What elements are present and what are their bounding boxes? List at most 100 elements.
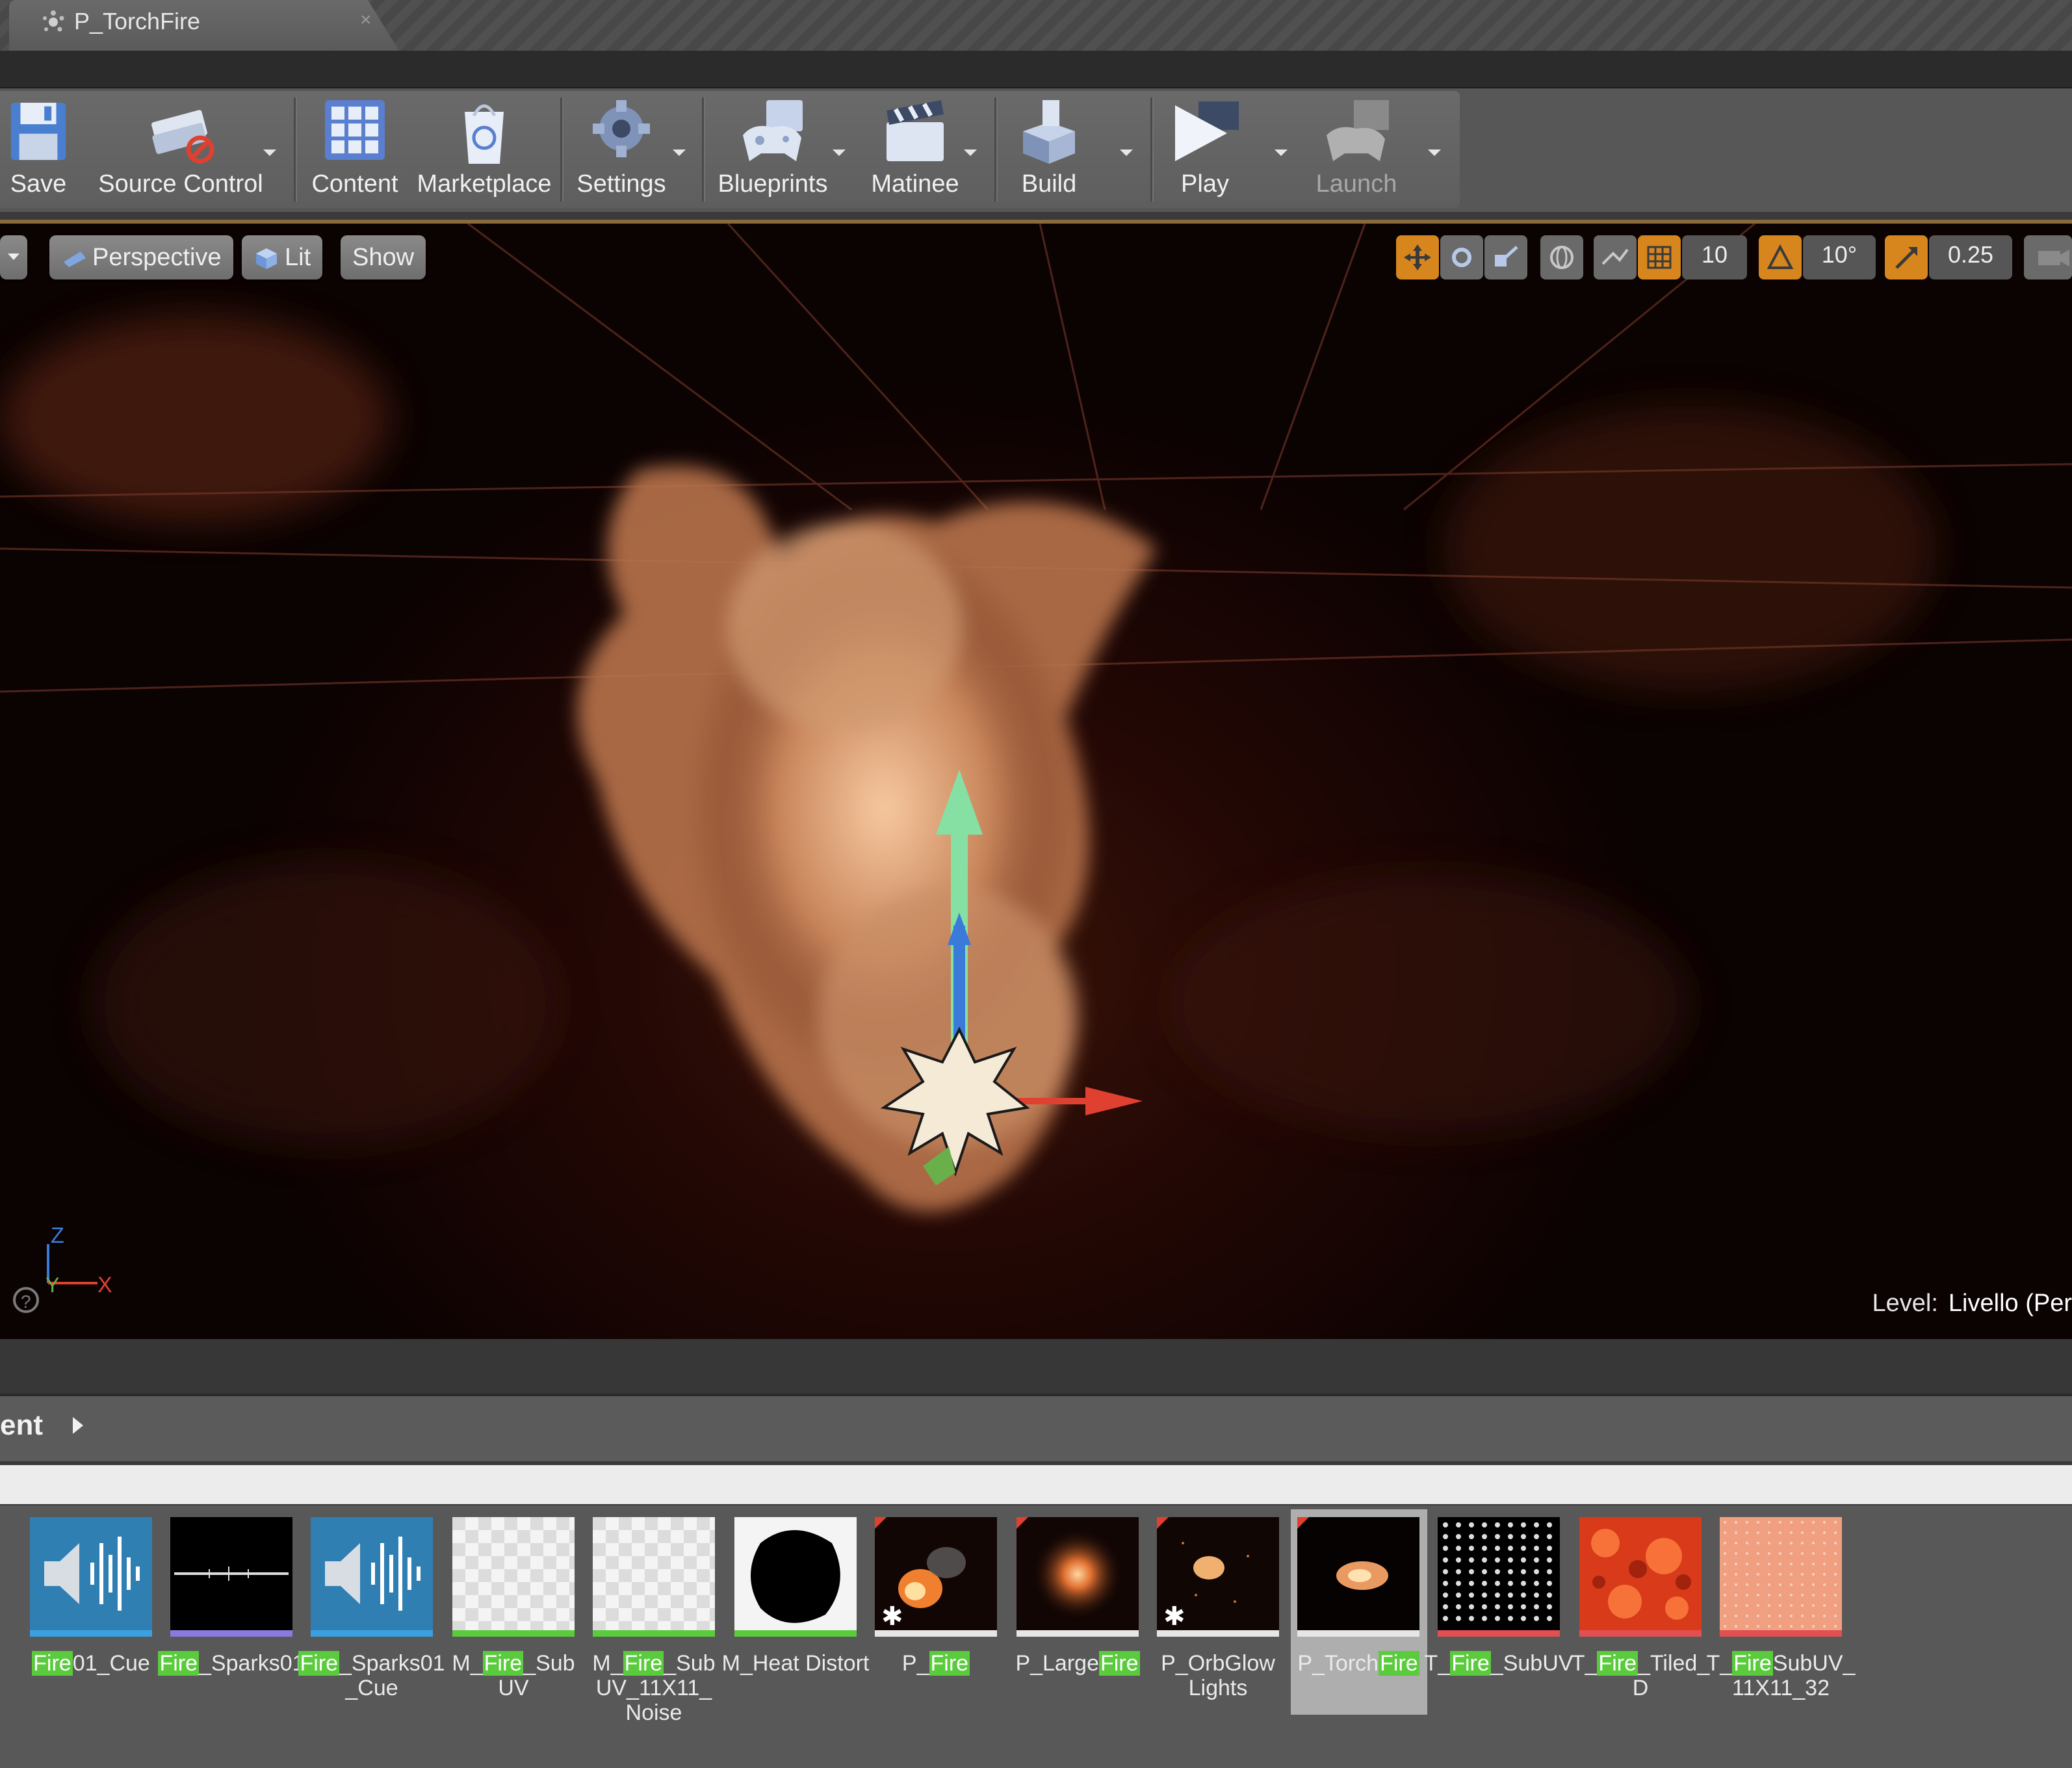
svg-text:?: ?	[21, 1292, 31, 1312]
asset-type-stripe	[1720, 1630, 1842, 1637]
asset-tile[interactable]: ✱ P_Fire	[875, 1517, 997, 1676]
asset-label: P_Fire	[901, 1651, 970, 1676]
viewport-scene: Z Y X ?	[0, 224, 2072, 1313]
angle-icon	[1767, 244, 1794, 269]
close-icon[interactable]: ×	[360, 9, 372, 31]
build-button[interactable]: Build	[1004, 91, 1094, 208]
world-local-toggle[interactable]	[1540, 235, 1583, 280]
content-grid-icon	[325, 100, 385, 160]
save-label: Save	[10, 170, 67, 198]
asset-tile[interactable]: ✱ P_OrbGlow Lights	[1157, 1517, 1279, 1700]
grid-snap-value[interactable]: 10	[1682, 235, 1747, 280]
launch-button[interactable]: Launch	[1308, 91, 1405, 208]
scale-arrow-icon	[1895, 247, 1917, 269]
asset-tile[interactable]: Fire_Sparks01	[158, 1517, 305, 1676]
asset-label: P_TorchFire	[1297, 1651, 1419, 1676]
document-tab[interactable]: P_TorchFire ×	[9, 0, 399, 51]
asset-tile[interactable]: M_Heat Distort	[722, 1517, 869, 1676]
build-label: Build	[1021, 170, 1077, 198]
asset-thumbnail	[1579, 1517, 1702, 1630]
scale-snap-value[interactable]: 0.25	[1929, 235, 2012, 280]
content-browser-title[interactable]: ent	[0, 1409, 43, 1442]
content-browser-filter-bar[interactable]	[0, 1465, 2072, 1504]
asset-label: T_FireSubUV_ 11X11_32	[1706, 1651, 1856, 1700]
lit-label: Lit	[285, 244, 311, 271]
level-viewport[interactable]: Z Y X ? Perspective Lit Show 10 10° 0.25…	[0, 220, 2072, 1343]
surface-snap-button[interactable]	[1594, 235, 1637, 280]
play-dropdown-icon[interactable]	[1271, 143, 1291, 162]
asset-tile[interactable]: M_Fire_Sub UV_11X11_ Noise	[592, 1517, 716, 1725]
asset-thumbnail	[593, 1517, 715, 1630]
viewport-options-button[interactable]	[0, 235, 27, 280]
panel-divider	[0, 1339, 2072, 1396]
tab-title: P_TorchFire	[74, 8, 201, 34]
build-dropdown-icon[interactable]	[1117, 143, 1136, 162]
matinee-dropdown-icon[interactable]	[961, 143, 980, 162]
chevron-right-icon[interactable]	[70, 1414, 86, 1436]
build-blocks-icon	[1023, 100, 1075, 164]
asset-tile[interactable]: T_Fire_SubUV	[1425, 1517, 1573, 1676]
content-button[interactable]: Content	[303, 91, 407, 208]
show-button[interactable]: Show	[341, 235, 426, 280]
source-control-button[interactable]: Source Control	[96, 91, 265, 208]
asset-label: P_OrbGlow Lights	[1161, 1651, 1275, 1700]
globe-icon	[1550, 246, 1573, 269]
scale-snap-label: 0.25	[1947, 241, 1994, 268]
asset-label: Fire_Sparks01 _Cue	[298, 1651, 445, 1700]
svg-text:✱: ✱	[1163, 1602, 1185, 1630]
asset-thumbnail	[452, 1517, 575, 1630]
source-control-dropdown-icon[interactable]	[260, 143, 279, 162]
play-button[interactable]: Play	[1159, 91, 1250, 208]
grid-snap-label: 10	[1701, 241, 1728, 268]
asset-tile[interactable]: Fire01_Cue	[30, 1517, 152, 1676]
blueprints-dropdown-icon[interactable]	[829, 143, 849, 162]
scale-snap-toggle[interactable]	[1885, 235, 1928, 280]
matinee-button[interactable]: Matinee	[857, 91, 974, 208]
perspective-button[interactable]: Perspective	[49, 235, 233, 280]
move-icon	[1404, 244, 1431, 270]
asset-type-stripe	[734, 1630, 857, 1637]
content-browser-header	[0, 1396, 2072, 1461]
asset-label: Fire_Sparks01	[158, 1651, 305, 1676]
asset-type-stripe	[30, 1630, 152, 1637]
level-label: Level:	[1872, 1290, 1938, 1317]
grid-snap-toggle[interactable]	[1638, 235, 1681, 280]
rotation-snap-value[interactable]: 10°	[1803, 235, 1876, 280]
lit-button[interactable]: Lit	[242, 235, 323, 280]
launch-label: Launch	[1315, 170, 1397, 198]
asset-tile[interactable]: T_Fire_Tiled_ D	[1572, 1517, 1709, 1700]
play-icon	[1175, 101, 1239, 161]
asset-tile[interactable]: Fire_Sparks01 _Cue	[298, 1517, 445, 1700]
translate-mode-button[interactable]	[1396, 235, 1439, 280]
asset-type-stripe	[1017, 1630, 1139, 1637]
rotation-snap-toggle[interactable]	[1759, 235, 1802, 280]
rotate-mode-button[interactable]	[1440, 235, 1483, 280]
scale-mode-button[interactable]	[1484, 235, 1527, 280]
asset-label: M_Fire_Sub UV_11X11_ Noise	[592, 1651, 716, 1725]
asset-label: T_Fire_SubUV	[1424, 1651, 1573, 1676]
asset-label: M_Heat Distort	[721, 1651, 870, 1676]
axis-indicator: Z Y X ?	[13, 1223, 112, 1313]
blueprints-button[interactable]: Blueprints	[711, 91, 835, 208]
settings-button[interactable]: Settings	[569, 91, 673, 208]
asset-thumbnail	[734, 1517, 857, 1630]
asset-type-stripe	[170, 1630, 292, 1637]
camera-icon	[2038, 250, 2069, 266]
asset-thumbnail: ✱	[1157, 1517, 1279, 1630]
asset-tile[interactable]: T_FireSubUV_ 11X11_32	[1707, 1517, 1855, 1700]
asset-type-stripe	[452, 1630, 575, 1637]
grid-icon	[1647, 246, 1672, 269]
asset-thumbnail	[1438, 1517, 1560, 1630]
camera-speed-button[interactable]	[2024, 235, 2072, 280]
save-button[interactable]: Save	[0, 91, 77, 208]
asset-tile[interactable]: P_LargeFire	[1015, 1517, 1140, 1676]
marketplace-button[interactable]: Marketplace	[416, 91, 552, 208]
launch-dropdown-icon[interactable]	[1425, 143, 1444, 162]
marketplace-label: Marketplace	[417, 170, 552, 198]
asset-tile[interactable]: M_Fire_Sub UV	[452, 1517, 575, 1700]
play-label: Play	[1181, 170, 1229, 198]
asset-thumbnail	[30, 1517, 152, 1630]
settings-dropdown-icon[interactable]	[669, 143, 689, 162]
asset-tile[interactable]: P_TorchFire	[1291, 1509, 1427, 1715]
tab-bar: P_TorchFire ×	[0, 0, 2072, 51]
